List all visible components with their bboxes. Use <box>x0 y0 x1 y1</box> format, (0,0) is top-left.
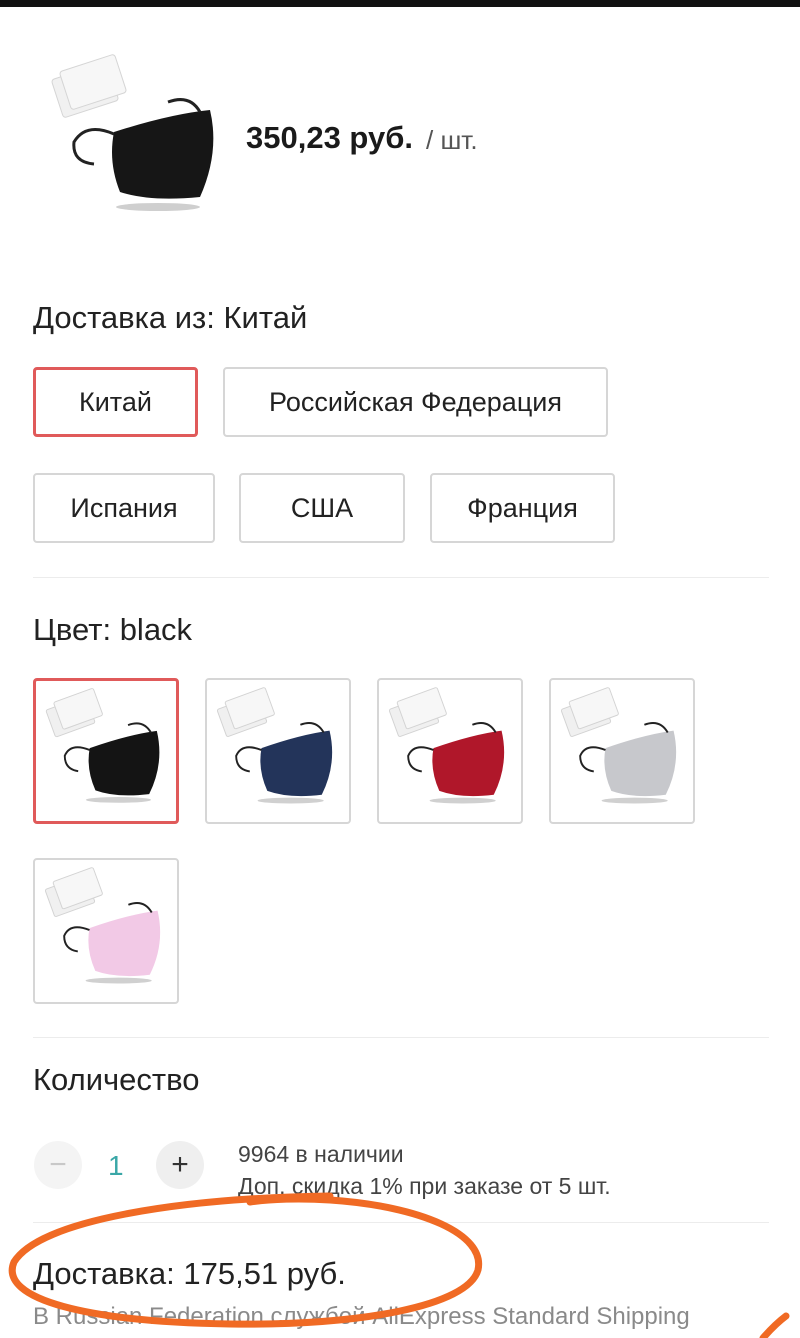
ship-from-option-label: Китай <box>79 386 152 417</box>
ship-from-option-spain[interactable]: Испания <box>33 473 215 543</box>
color-swatch-navy[interactable] <box>205 678 351 824</box>
mask-image <box>216 687 333 804</box>
ship-from-option-russia[interactable]: Российская Федерация <box>223 367 608 437</box>
mask-image <box>45 688 160 803</box>
color-swatch-gray[interactable] <box>549 678 695 824</box>
mask-image <box>560 687 677 804</box>
ship-from-title: Доставка из: Китай <box>33 300 308 335</box>
shipping-method: В Russian Federation службой AliExpress … <box>33 1303 690 1330</box>
ship-from-option-label: США <box>290 492 354 523</box>
divider <box>33 1037 769 1038</box>
minus-icon: − <box>49 1148 67 1181</box>
top-status-strip <box>0 0 800 7</box>
product-thumbnail <box>50 52 220 217</box>
quantity-decrease-button[interactable]: − <box>34 1141 82 1189</box>
color-swatch-black[interactable] <box>33 678 179 824</box>
price-unit: / шт. <box>426 125 478 155</box>
bulk-discount-note: Доп. скидка 1% при заказе от 5 шт. <box>238 1173 611 1199</box>
quantity-title: Количество <box>33 1062 200 1097</box>
divider <box>33 1222 769 1223</box>
ship-from-option-label: Франция <box>467 492 578 523</box>
color-title: Цвет: black <box>33 612 193 647</box>
ship-from-option-label: Российская Федерация <box>269 386 562 417</box>
product-price: 350,23 руб. <box>246 120 413 155</box>
ship-from-option-label: Испания <box>70 492 178 523</box>
color-swatch-pink[interactable] <box>33 858 179 1004</box>
quantity-increase-button[interactable]: + <box>156 1141 204 1189</box>
ship-from-option-usa[interactable]: США <box>239 473 405 543</box>
ship-from-option-france[interactable]: Франция <box>430 473 615 543</box>
mask-image <box>44 867 161 984</box>
stock-count: 9964 в наличии <box>238 1141 404 1167</box>
quantity-value[interactable]: 1 <box>108 1150 124 1182</box>
ship-from-option-china[interactable]: Китай <box>33 367 198 437</box>
divider <box>33 577 769 578</box>
color-swatch-red[interactable] <box>377 678 523 824</box>
shipping-cost: Доставка: 175,51 руб. <box>33 1256 346 1291</box>
plus-icon: + <box>171 1148 189 1181</box>
mask-image <box>388 687 505 804</box>
